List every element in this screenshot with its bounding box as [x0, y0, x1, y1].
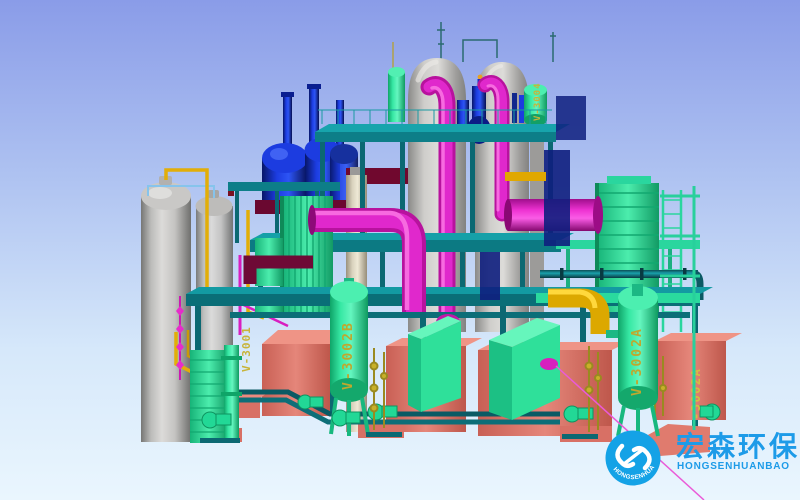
- center-vessel-label: V-3002B: [341, 321, 356, 390]
- right-vessel-label: V-3002A: [630, 327, 645, 396]
- magenta-pump-2: [540, 358, 558, 370]
- logo-name-cn: 宏森环保: [676, 430, 800, 462]
- cad-render-viewport: V-3004: [0, 0, 800, 500]
- top-vessel-label: V-3004: [533, 82, 543, 121]
- vessel-v3004: V-3004: [524, 82, 547, 126]
- tank-area-label: V-3001: [240, 326, 253, 372]
- right-foundation-label: -3002A: [689, 368, 703, 420]
- storage-tank-left-a: [141, 176, 191, 442]
- plate-stack-left-low: [190, 345, 242, 443]
- logo-name-en: HONGSENHUANBAO: [677, 461, 790, 472]
- plant-3d-scene: V-3004: [0, 0, 800, 500]
